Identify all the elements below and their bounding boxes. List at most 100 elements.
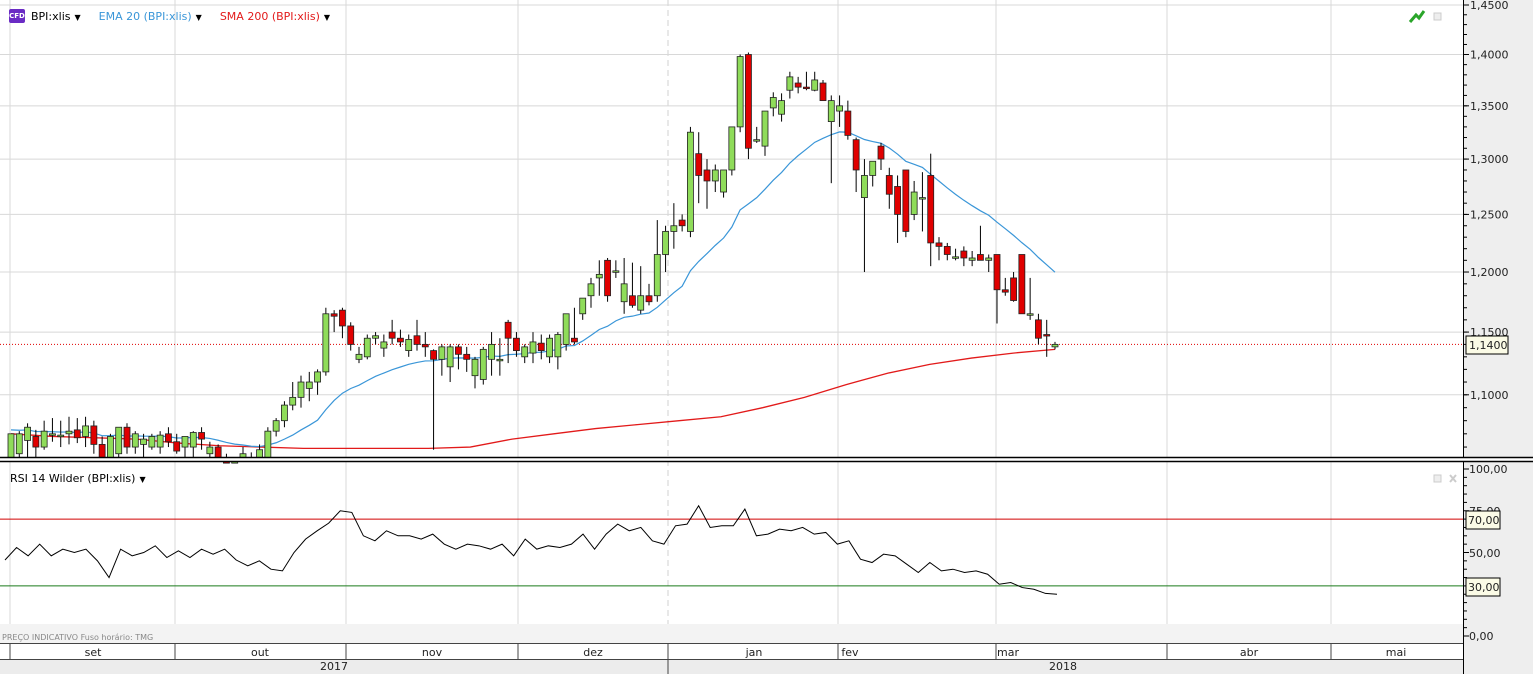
candle-down — [214, 446, 222, 459]
maximize-rsi-icon[interactable] — [1433, 474, 1442, 483]
candle-up — [985, 257, 993, 261]
candle-up — [57, 434, 65, 438]
candle-down — [537, 342, 545, 351]
rsi-tick: 0,00 — [1469, 630, 1494, 643]
candle-up — [131, 433, 139, 448]
footnote: PREÇO INDICATIVO Fuso horário: TMG — [2, 633, 154, 642]
candle-up — [156, 434, 164, 448]
price-tick: 1,2000 — [1470, 266, 1509, 279]
candle-up — [82, 425, 89, 437]
caret-down-icon[interactable]: ▼ — [324, 13, 330, 22]
cfd-badge-icon: CFD — [9, 9, 25, 23]
candle-down — [1043, 334, 1051, 337]
candle-down — [397, 337, 404, 343]
candle-up — [322, 313, 330, 373]
candle-up — [115, 426, 123, 455]
legend-sma-label: SMA 200 (BPI:xlis) — [219, 9, 320, 23]
rsi-30-tag: 30,00 — [1465, 577, 1501, 597]
month-label: jan — [745, 646, 763, 659]
candle-up — [687, 131, 694, 232]
candle-down — [347, 325, 355, 345]
candle-down — [794, 82, 802, 88]
legend-ema[interactable]: EMA 20 (BPI:xlis) ▼ — [99, 10, 214, 23]
candle-down — [388, 331, 396, 339]
candle-down — [678, 219, 686, 227]
candle-up — [297, 381, 305, 398]
price-tick: 1,1000 — [1470, 389, 1509, 402]
rsi-30-label: 30,00 — [1468, 581, 1500, 594]
candle-up — [1051, 343, 1059, 348]
ema20-polyline — [10, 131, 1056, 448]
candle-up — [15, 433, 23, 455]
candle-down — [1018, 254, 1026, 315]
candle-down — [885, 175, 893, 195]
month-label: mai — [1386, 646, 1407, 659]
candle-up — [769, 97, 777, 109]
candle-down — [32, 436, 40, 448]
candle-up — [281, 404, 288, 422]
candle-down — [844, 110, 852, 136]
candle-up — [314, 371, 321, 383]
candle-up — [488, 343, 495, 360]
candle-down — [571, 337, 578, 343]
candle-up — [1026, 313, 1034, 316]
candle-down — [198, 432, 205, 440]
trend-icon[interactable] — [1408, 10, 1426, 23]
rsi-legend-label: RSI 14 Wilder (BPI:xlis) — [10, 472, 136, 485]
axes — [0, 0, 1533, 674]
candle-down — [960, 250, 968, 259]
candle-down — [943, 245, 951, 255]
month-label: dez — [583, 646, 603, 659]
last-price-tag: 1,1400 — [1465, 335, 1509, 355]
candle-down — [852, 139, 860, 171]
candle-down — [413, 335, 421, 345]
candle-down — [463, 353, 471, 360]
candle-up — [653, 254, 661, 297]
candle-down — [513, 337, 520, 351]
caret-down-icon[interactable]: ▼ — [139, 475, 145, 484]
candle-up — [620, 283, 628, 303]
candle-down — [703, 169, 711, 182]
rsi-legend[interactable]: RSI 14 Wilder (BPI:xlis) ▼ — [10, 472, 158, 485]
candle-up — [256, 449, 263, 459]
rsi-tick: 100,00 — [1469, 463, 1508, 476]
candle-up — [405, 339, 413, 351]
rsi-tick: 50,00 — [1469, 547, 1501, 560]
candle-down — [504, 321, 512, 339]
candle-up — [7, 433, 15, 461]
grid — [0, 0, 1463, 643]
rsi-70-tag: 70,00 — [1465, 510, 1501, 530]
legend-symbol[interactable]: BPI:xlis ▼ — [31, 10, 93, 23]
price-tick: 1,4000 — [1470, 49, 1509, 62]
month-label: mar — [997, 646, 1019, 659]
candle-up — [861, 175, 868, 198]
caret-down-icon[interactable]: ▼ — [74, 13, 80, 22]
candle-down — [894, 186, 901, 215]
candle-up — [372, 335, 379, 339]
candle-down — [123, 426, 131, 448]
candle-down — [339, 309, 346, 327]
ema20-line — [10, 131, 1056, 448]
candle-up — [579, 297, 587, 315]
candle-up — [778, 100, 785, 115]
price-tick: 1,2500 — [1470, 208, 1509, 221]
caret-down-icon[interactable]: ▼ — [196, 13, 202, 22]
candle-up — [662, 231, 669, 255]
year-band — [0, 659, 1463, 674]
candle-down — [695, 153, 703, 176]
candle-down — [1010, 277, 1017, 301]
candle-down — [1001, 289, 1009, 293]
candle-up — [49, 433, 56, 436]
candle-up — [968, 257, 976, 261]
legend-sma[interactable]: SMA 200 (BPI:xlis) ▼ — [220, 10, 342, 23]
candle-up — [836, 105, 843, 112]
candle-up — [562, 313, 570, 345]
candle-down — [645, 295, 653, 303]
candle-up — [272, 420, 280, 432]
candle-up — [736, 56, 744, 128]
candle-up — [355, 353, 363, 360]
maximize-pane-icon[interactable] — [1433, 12, 1442, 21]
price-legend: CFD BPI:xlis ▼ EMA 20 (BPI:xlis) ▼ SMA 200… — [9, 9, 342, 23]
price-tick: 1,3000 — [1470, 153, 1509, 166]
close-rsi-icon[interactable] — [1449, 474, 1457, 483]
